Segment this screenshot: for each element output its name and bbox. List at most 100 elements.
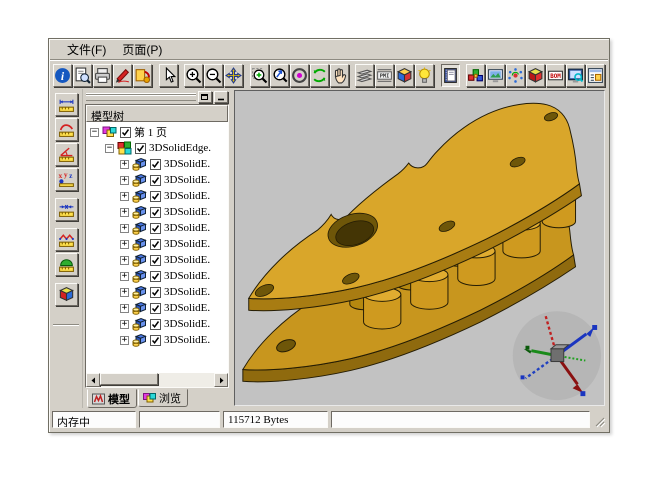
tree-checkbox[interactable] [150, 159, 161, 170]
print-preview-button[interactable] [73, 64, 92, 87]
tree-expander-plus[interactable]: + [120, 208, 129, 217]
pan-hand-button[interactable] [330, 64, 349, 87]
measure-curve-length-button[interactable] [55, 118, 78, 141]
measure-polyline-button[interactable] [55, 228, 78, 251]
info-button[interactable]: i [53, 64, 72, 87]
tree-expander-plus[interactable]: + [120, 256, 129, 265]
tree-item-label[interactable]: 第 1 页 [134, 124, 167, 140]
tree-row: +3DSolidE. [86, 252, 228, 268]
measure-distance-button[interactable] [55, 93, 78, 116]
export-button[interactable] [133, 64, 152, 87]
tree-checkbox[interactable] [150, 239, 161, 250]
assembly-parts-button[interactable] [466, 64, 485, 87]
tree-expander-plus[interactable]: + [120, 240, 129, 249]
tree-checkbox[interactable] [150, 319, 161, 330]
notebook-button[interactable] [441, 64, 460, 87]
tree-item-label[interactable]: 3DSolidE. [164, 174, 210, 186]
main-area: xyz 模型树 −第 1 页−3DSolidEdge.+3DSolidE.+3D… [50, 89, 608, 408]
coordinate-xyz-button[interactable]: xyz [55, 168, 78, 191]
menu-item-file[interactable]: 文件(F) [59, 39, 114, 60]
tree-item-label[interactable]: 3DSolidE. [164, 334, 210, 346]
scroll-right-button[interactable] [214, 373, 228, 387]
panel-minimize-button[interactable] [214, 91, 228, 103]
tree-checkbox[interactable] [150, 271, 161, 282]
rotate-center-button[interactable] [290, 64, 309, 87]
tree-expander-plus[interactable]: + [120, 304, 129, 313]
resize-grip[interactable] [593, 415, 606, 428]
tab-model[interactable]: 模型 [87, 389, 137, 408]
tree-checkbox[interactable] [150, 191, 161, 202]
tree-row: +3DSolidE. [86, 300, 228, 316]
measure-volume-button[interactable] [55, 283, 78, 306]
zoom-select-button[interactable] [270, 64, 289, 87]
tree-checkbox[interactable] [150, 175, 161, 186]
panel-restore-button[interactable] [198, 91, 212, 103]
layers-button[interactable] [355, 64, 374, 87]
animate-rotate-button[interactable] [506, 64, 525, 87]
structure-tree-button[interactable] [586, 64, 605, 87]
lighting-button[interactable] [415, 64, 434, 87]
view-cube-button[interactable] [395, 64, 414, 87]
tree-expander-minus[interactable]: − [90, 128, 99, 137]
tree-checkbox[interactable] [150, 303, 161, 314]
measure-area-button[interactable] [55, 253, 78, 276]
scrollbar-thumb[interactable] [100, 373, 158, 385]
print-button[interactable] [93, 64, 112, 87]
panel-caption-row [85, 90, 229, 104]
tree-expander-plus[interactable]: + [120, 272, 129, 281]
browse-tab-icon [143, 392, 156, 404]
zoom-out-button[interactable] [204, 64, 223, 87]
scrollbar-track[interactable] [100, 373, 214, 387]
part-node-icon [132, 189, 147, 203]
tree-expander-plus[interactable]: + [120, 192, 129, 201]
viewport-3d[interactable] [234, 90, 605, 406]
tree-expander-plus[interactable]: + [120, 176, 129, 185]
tree-expander-plus[interactable]: + [120, 288, 129, 297]
tab-model-label: 模型 [108, 391, 130, 407]
tree-item-label[interactable]: 3DSolidE. [164, 238, 210, 250]
display-settings-button[interactable] [566, 64, 585, 87]
tree-expander-plus[interactable]: + [120, 160, 129, 169]
tree-expander-minus[interactable]: − [105, 144, 114, 153]
tree-checkbox[interactable] [150, 255, 161, 266]
pmi-button[interactable]: PMI [375, 64, 394, 87]
tree-row: +3DSolidE. [86, 188, 228, 204]
tree-item-label[interactable]: 3DSolidEdge. [149, 142, 211, 154]
tree-expander-plus[interactable]: + [120, 224, 129, 233]
tree-item-label[interactable]: 3DSolidE. [164, 318, 210, 330]
pan-cross-button[interactable] [224, 64, 243, 87]
tree-item-label[interactable]: 3DSolidE. [164, 190, 210, 202]
scroll-left-button[interactable] [86, 373, 100, 387]
tree-item-label[interactable]: 3DSolidE. [164, 286, 210, 298]
check-icon [151, 336, 160, 345]
select-button[interactable] [159, 64, 178, 87]
measure-gap-button[interactable] [55, 198, 78, 221]
tree-item-label[interactable]: 3DSolidE. [164, 158, 210, 170]
tree-checkbox[interactable] [150, 287, 161, 298]
tree-checkbox[interactable] [150, 223, 161, 234]
tree-checkbox[interactable] [150, 207, 161, 218]
menu-item-page[interactable]: 页面(P) [114, 39, 170, 60]
check-icon [151, 224, 160, 233]
zoom-in-button[interactable] [184, 64, 203, 87]
solid-display-button[interactable] [526, 64, 545, 87]
tree-item-label[interactable]: 3DSolidE. [164, 206, 210, 218]
main-toolbar: i PMI BOM [49, 61, 609, 89]
tree-item-label[interactable]: 3DSolidE. [164, 254, 210, 266]
tab-browse[interactable]: 浏览 [138, 389, 188, 407]
rotate-view-button[interactable] [310, 64, 329, 87]
tree-item-label[interactable]: 3DSolidE. [164, 222, 210, 234]
snapshot-button[interactable] [486, 64, 505, 87]
tree-checkbox[interactable] [135, 143, 146, 154]
tree-item-label[interactable]: 3DSolidE. [164, 302, 210, 314]
measure-angle-button[interactable] [55, 143, 78, 166]
bom-button[interactable]: BOM [546, 64, 565, 87]
tree-item-label[interactable]: 3DSolidE. [164, 270, 210, 282]
tree-expander-plus[interactable]: + [120, 320, 129, 329]
tree-checkbox[interactable] [150, 335, 161, 346]
tree-expander-plus[interactable]: + [120, 336, 129, 345]
zoom-window-button[interactable] [250, 64, 269, 87]
tree-checkbox[interactable] [120, 127, 131, 138]
redline-edit-button[interactable] [113, 64, 132, 87]
panel-grip-handle[interactable] [86, 93, 196, 101]
